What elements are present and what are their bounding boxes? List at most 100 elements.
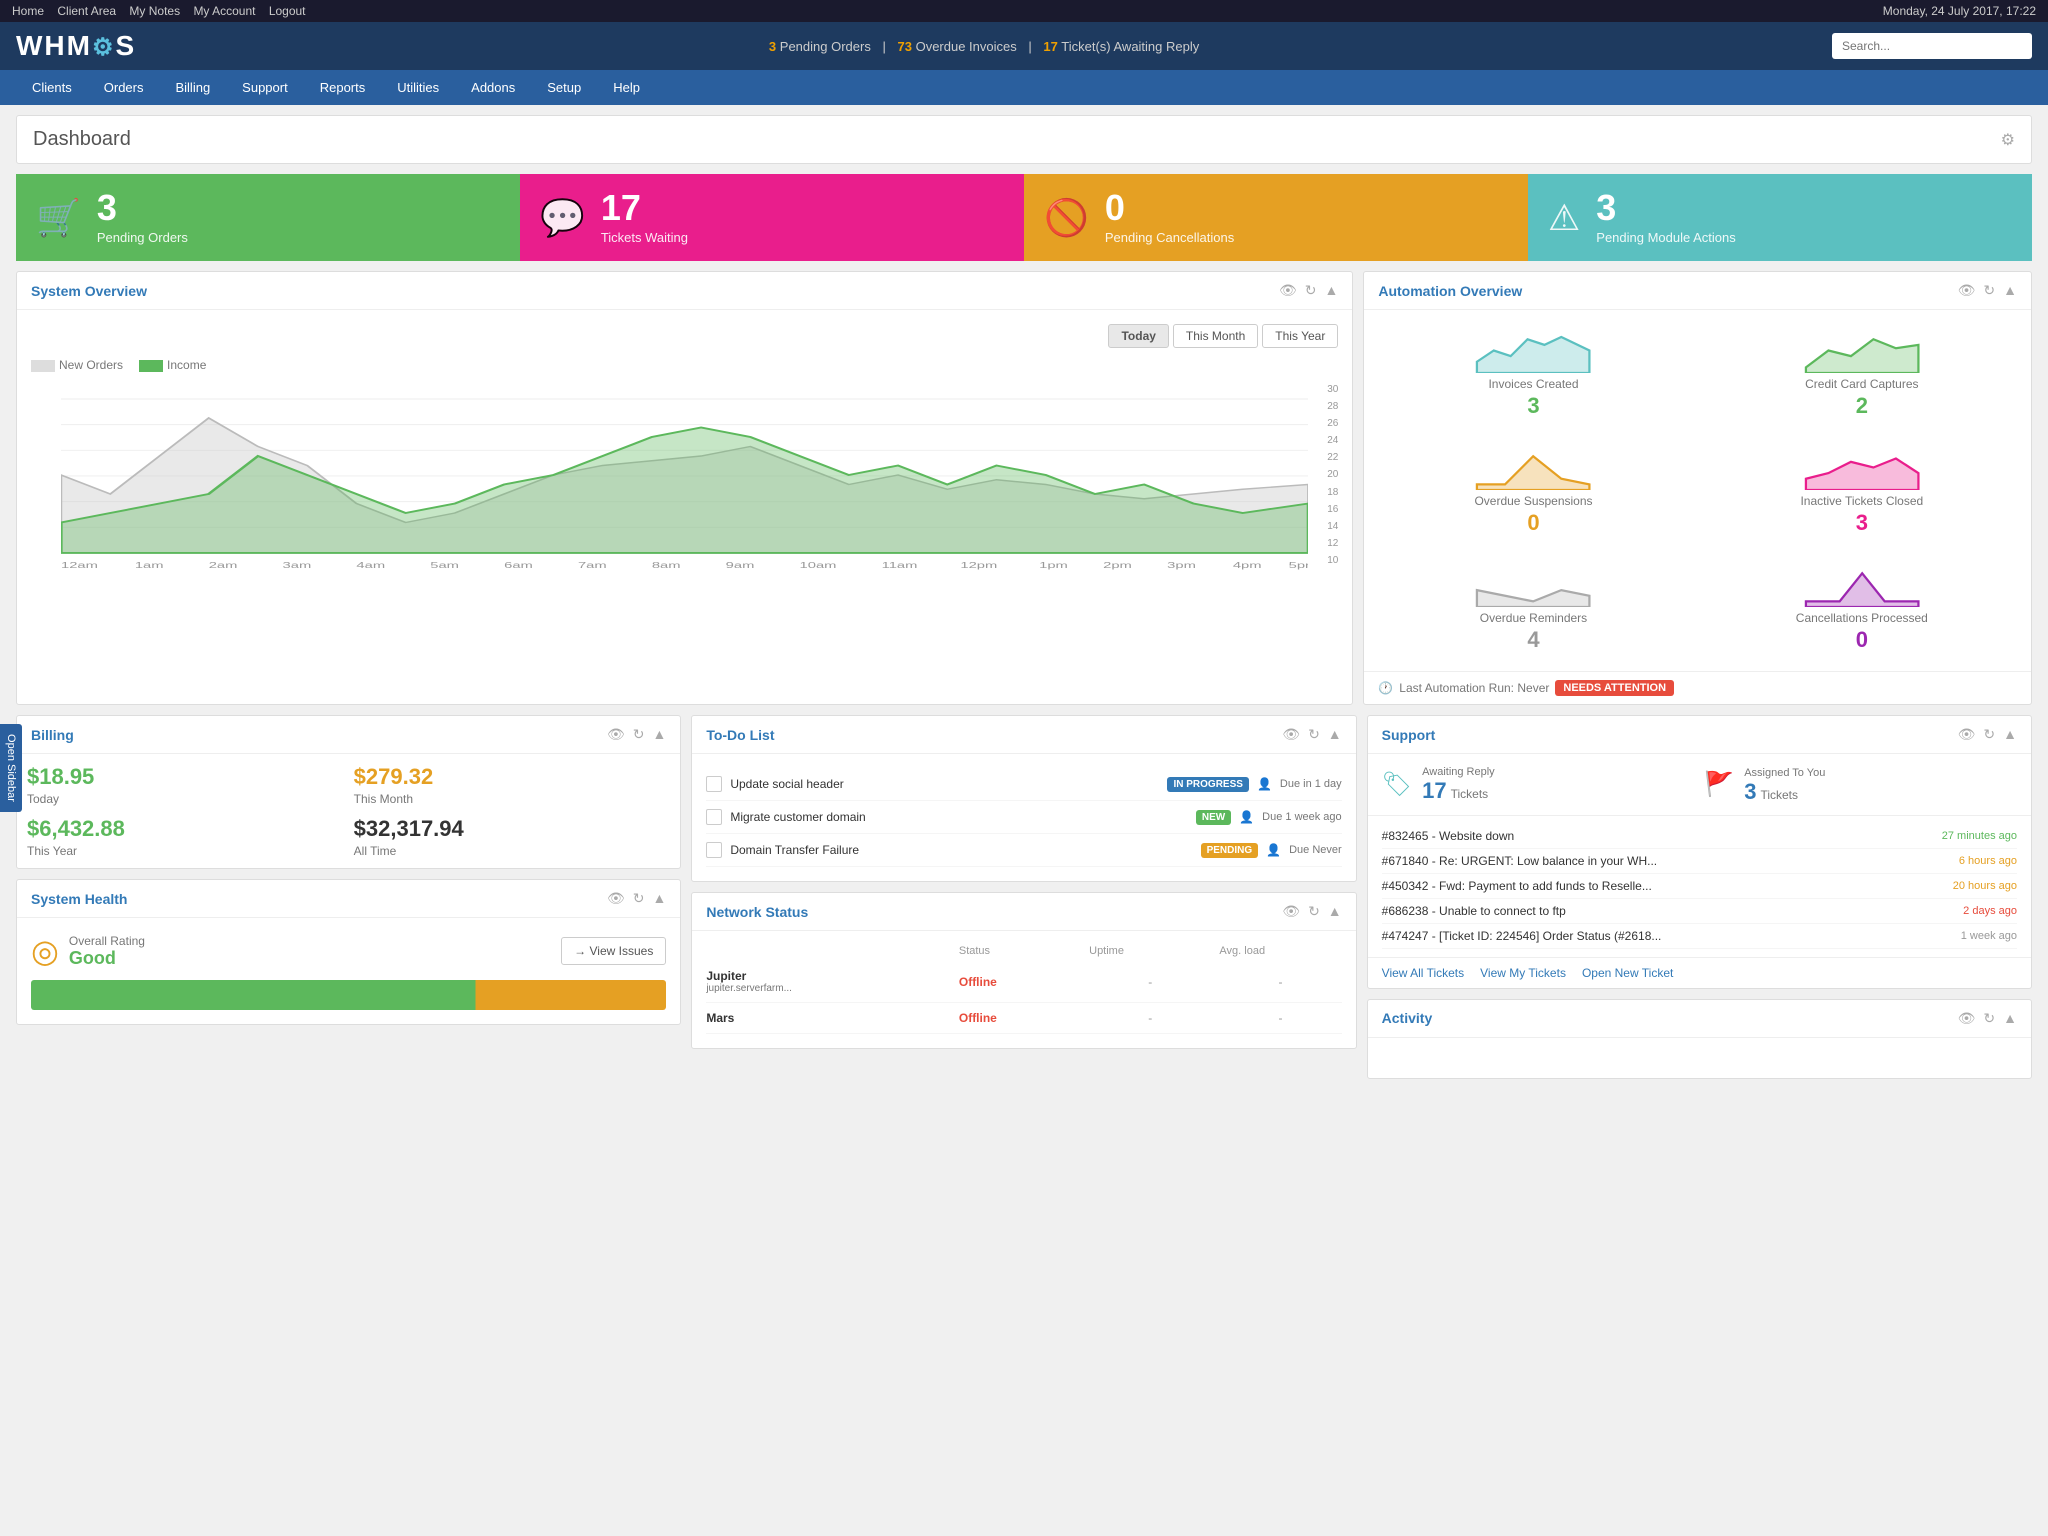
eye-icon-activity[interactable]: 👁 xyxy=(1958,1010,1976,1027)
eye-icon-todo[interactable]: 👁 xyxy=(1282,726,1300,743)
nav-reports[interactable]: Reports xyxy=(304,70,382,105)
nav-billing[interactable]: Billing xyxy=(159,70,226,105)
collapse-icon-support[interactable]: ▲ xyxy=(2003,726,2017,743)
collapse-icon-billing[interactable]: ▲ xyxy=(652,726,666,743)
todo-due-2: Due 1 week ago xyxy=(1262,811,1342,823)
refresh-icon-todo[interactable]: ↻ xyxy=(1308,726,1320,743)
tab-this-month[interactable]: This Month xyxy=(1173,324,1258,348)
nav-addons[interactable]: Addons xyxy=(455,70,531,105)
support-title: Support xyxy=(1382,727,1436,743)
open-sidebar[interactable]: Open Sidebar xyxy=(0,724,22,812)
eye-icon-auto[interactable]: 👁 xyxy=(1958,282,1976,299)
todo-panel: To-Do List 👁 ↻ ▲ Update social header IN… xyxy=(691,715,1356,882)
overdue-reminders-label: Overdue Reminders xyxy=(1382,611,1684,625)
activity-header: Activity 👁 ↻ ▲ xyxy=(1368,1000,2031,1038)
pending-cancellations-number: 0 xyxy=(1105,190,1234,226)
cancellations-value: 0 xyxy=(1711,627,2013,653)
stat-tickets-waiting[interactable]: 💬 17 Tickets Waiting xyxy=(520,174,1024,261)
reminders-chart xyxy=(1382,562,1684,607)
svg-text:12am: 12am xyxy=(61,560,98,570)
topbar-logout[interactable]: Logout xyxy=(269,4,306,18)
refresh-icon-network[interactable]: ↻ xyxy=(1308,903,1320,920)
billing-month-period: This Month xyxy=(354,792,671,806)
open-new-ticket-link[interactable]: Open New Ticket xyxy=(1582,966,1673,980)
ticket-time-5: 1 week ago xyxy=(1961,930,2017,942)
content-row: System Overview 👁 ↻ ▲ Today This Month T… xyxy=(16,271,2032,705)
tab-this-year[interactable]: This Year xyxy=(1262,324,1338,348)
dashboard-settings-icon[interactable]: ⚙ xyxy=(2001,130,2015,150)
eye-icon-health[interactable]: 👁 xyxy=(607,890,625,907)
collapse-icon[interactable]: ▲ xyxy=(1324,282,1338,299)
person-icon-1: 👤 xyxy=(1257,777,1272,791)
y-right-16: 16 xyxy=(1327,504,1338,515)
suspensions-chart xyxy=(1382,445,1684,490)
svg-text:6am: 6am xyxy=(504,560,533,570)
billing-month-amount: $279.32 xyxy=(354,764,671,790)
topbar-home[interactable]: Home xyxy=(12,4,44,18)
nav-clients[interactable]: Clients xyxy=(16,70,88,105)
tab-today[interactable]: Today xyxy=(1108,324,1168,348)
todo-check-3[interactable] xyxy=(706,842,722,858)
ticket-832465: #832465 - Website down 27 minutes ago xyxy=(1382,824,2017,849)
chat-icon: 💬 xyxy=(540,197,585,239)
billing-alltime-amount: $32,317.94 xyxy=(354,816,671,842)
collapse-icon-todo[interactable]: ▲ xyxy=(1328,726,1342,743)
cc-chart xyxy=(1711,328,2013,373)
nav-utilities[interactable]: Utilities xyxy=(381,70,455,105)
view-all-tickets-link[interactable]: View All Tickets xyxy=(1382,966,1464,980)
collapse-icon-health[interactable]: ▲ xyxy=(652,890,666,907)
todo-due-1: Due in 1 day xyxy=(1280,778,1342,790)
invoices-created-value: 3 xyxy=(1382,393,1684,419)
search-container xyxy=(1832,33,2032,59)
todo-check-2[interactable] xyxy=(706,809,722,825)
ticket-id-4: #686238 - Unable to connect to ftp xyxy=(1382,904,1566,918)
inactive-tickets-chart xyxy=(1711,445,2013,490)
eye-icon-billing[interactable]: 👁 xyxy=(607,726,625,743)
billing-grid: $18.95 Today $279.32 This Month $6,432.8… xyxy=(17,754,680,868)
stat-pending-cancellations[interactable]: 🚫 0 Pending Cancellations xyxy=(1024,174,1528,261)
eye-icon-network[interactable]: 👁 xyxy=(1282,903,1300,920)
svg-text:9am: 9am xyxy=(726,560,755,570)
view-my-tickets-link[interactable]: View My Tickets xyxy=(1480,966,1566,980)
chart-tabs: Today This Month This Year xyxy=(31,324,1338,348)
eye-icon-support[interactable]: 👁 xyxy=(1958,726,1976,743)
jupiter-uptime: - xyxy=(1089,975,1211,989)
search-input[interactable] xyxy=(1832,33,2032,59)
todo-badge-3: PENDING xyxy=(1201,843,1259,858)
y-right-14: 14 xyxy=(1327,521,1338,532)
todo-check-1[interactable] xyxy=(706,776,722,792)
refresh-icon-activity[interactable]: ↻ xyxy=(1983,1010,1995,1027)
collapse-icon-auto[interactable]: ▲ xyxy=(2003,282,2017,299)
legend-new-orders: New Orders xyxy=(31,358,123,372)
support-stats: 🏷 Awaiting Reply 17 Tickets 🚩 xyxy=(1368,754,2031,816)
ticket-686238: #686238 - Unable to connect to ftp 2 day… xyxy=(1382,899,2017,924)
eye-icon[interactable]: 👁 xyxy=(1279,282,1297,299)
nav-help[interactable]: Help xyxy=(597,70,656,105)
refresh-icon-support[interactable]: ↻ xyxy=(1983,726,1995,743)
stat-pending-orders[interactable]: 🛒 3 Pending Orders xyxy=(16,174,520,261)
topbar-client-area[interactable]: Client Area xyxy=(57,4,116,18)
legend-income: Income xyxy=(139,358,206,372)
refresh-icon[interactable]: ↻ xyxy=(1305,282,1317,299)
overdue-invoices-label: Overdue Invoices xyxy=(916,39,1017,54)
refresh-icon-auto[interactable]: ↻ xyxy=(1983,282,1995,299)
refresh-icon-health[interactable]: ↻ xyxy=(633,890,645,907)
view-issues-button[interactable]: → View Issues xyxy=(561,937,666,965)
svg-text:1pm: 1pm xyxy=(1039,560,1068,570)
dashboard-header: Dashboard ⚙ xyxy=(16,115,2032,164)
awaiting-reply-stat: 🏷 Awaiting Reply 17 Tickets xyxy=(1382,764,1695,805)
activity-title: Activity xyxy=(1382,1010,1433,1027)
topbar-my-notes[interactable]: My Notes xyxy=(129,4,180,18)
refresh-icon-billing[interactable]: ↻ xyxy=(633,726,645,743)
nav-support[interactable]: Support xyxy=(226,70,304,105)
ticket-474247: #474247 - [Ticket ID: 224546] Order Stat… xyxy=(1382,924,2017,949)
stat-module-actions[interactable]: ⚠ 3 Pending Module Actions xyxy=(1528,174,2032,261)
topbar-my-account[interactable]: My Account xyxy=(193,4,255,18)
billing-today: $18.95 Today xyxy=(27,764,344,806)
nav-setup[interactable]: Setup xyxy=(531,70,597,105)
nav-orders[interactable]: Orders xyxy=(88,70,160,105)
mars-load: - xyxy=(1219,1011,1341,1025)
support-links: View All Tickets View My Tickets Open Ne… xyxy=(1368,957,2031,988)
collapse-icon-activity[interactable]: ▲ xyxy=(2003,1010,2017,1027)
collapse-icon-network[interactable]: ▲ xyxy=(1328,903,1342,920)
